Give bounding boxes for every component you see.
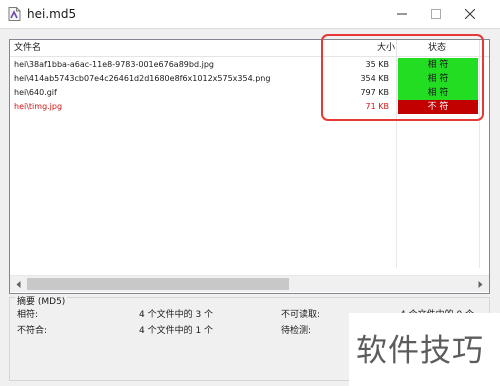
match-label: 相符: bbox=[17, 310, 39, 320]
mismatch-label: 不符合: bbox=[17, 326, 48, 336]
maximize-button[interactable] bbox=[418, 0, 454, 28]
minimize-button[interactable] bbox=[384, 0, 420, 28]
scroll-right-button[interactable] bbox=[472, 276, 489, 293]
file-name: hei\38af1bba-a6ac-11e8-9783-001e676a89bd… bbox=[14, 60, 214, 69]
match-value: 4 个文件中的 3 个 bbox=[139, 310, 214, 320]
horizontal-scrollbar[interactable] bbox=[10, 275, 489, 292]
window-title: hei.md5 bbox=[27, 7, 77, 21]
pending-label: 待检测: bbox=[281, 326, 312, 336]
scroll-left-button[interactable] bbox=[10, 276, 27, 293]
chevron-right-icon bbox=[478, 281, 483, 288]
minimize-icon bbox=[397, 13, 407, 15]
watermark: 软件技巧 bbox=[349, 313, 500, 386]
maximize-icon bbox=[431, 9, 441, 19]
column-header-name[interactable]: 文件名 bbox=[14, 40, 41, 57]
chevron-left-icon bbox=[16, 281, 21, 288]
summary-title: 摘要 (MD5) bbox=[15, 297, 68, 307]
scrollbar-thumb[interactable] bbox=[27, 278, 289, 290]
file-name: hei\414ab5743cb07e4c26461d2d1680e8f6x101… bbox=[14, 74, 271, 83]
md5-document-icon bbox=[8, 7, 21, 21]
annotation-highlight-box bbox=[321, 34, 484, 121]
watermark-text: 软件技巧 bbox=[356, 333, 484, 369]
file-name: hei\timg.jpg bbox=[14, 102, 63, 111]
title-bar: hei.md5 bbox=[0, 0, 500, 28]
unreadable-label: 不可读取: bbox=[281, 310, 321, 320]
close-button[interactable] bbox=[452, 0, 488, 28]
mismatch-value: 4 个文件中的 1 个 bbox=[139, 326, 214, 336]
file-name: hei\640.gif bbox=[14, 88, 57, 97]
close-icon bbox=[465, 9, 475, 19]
